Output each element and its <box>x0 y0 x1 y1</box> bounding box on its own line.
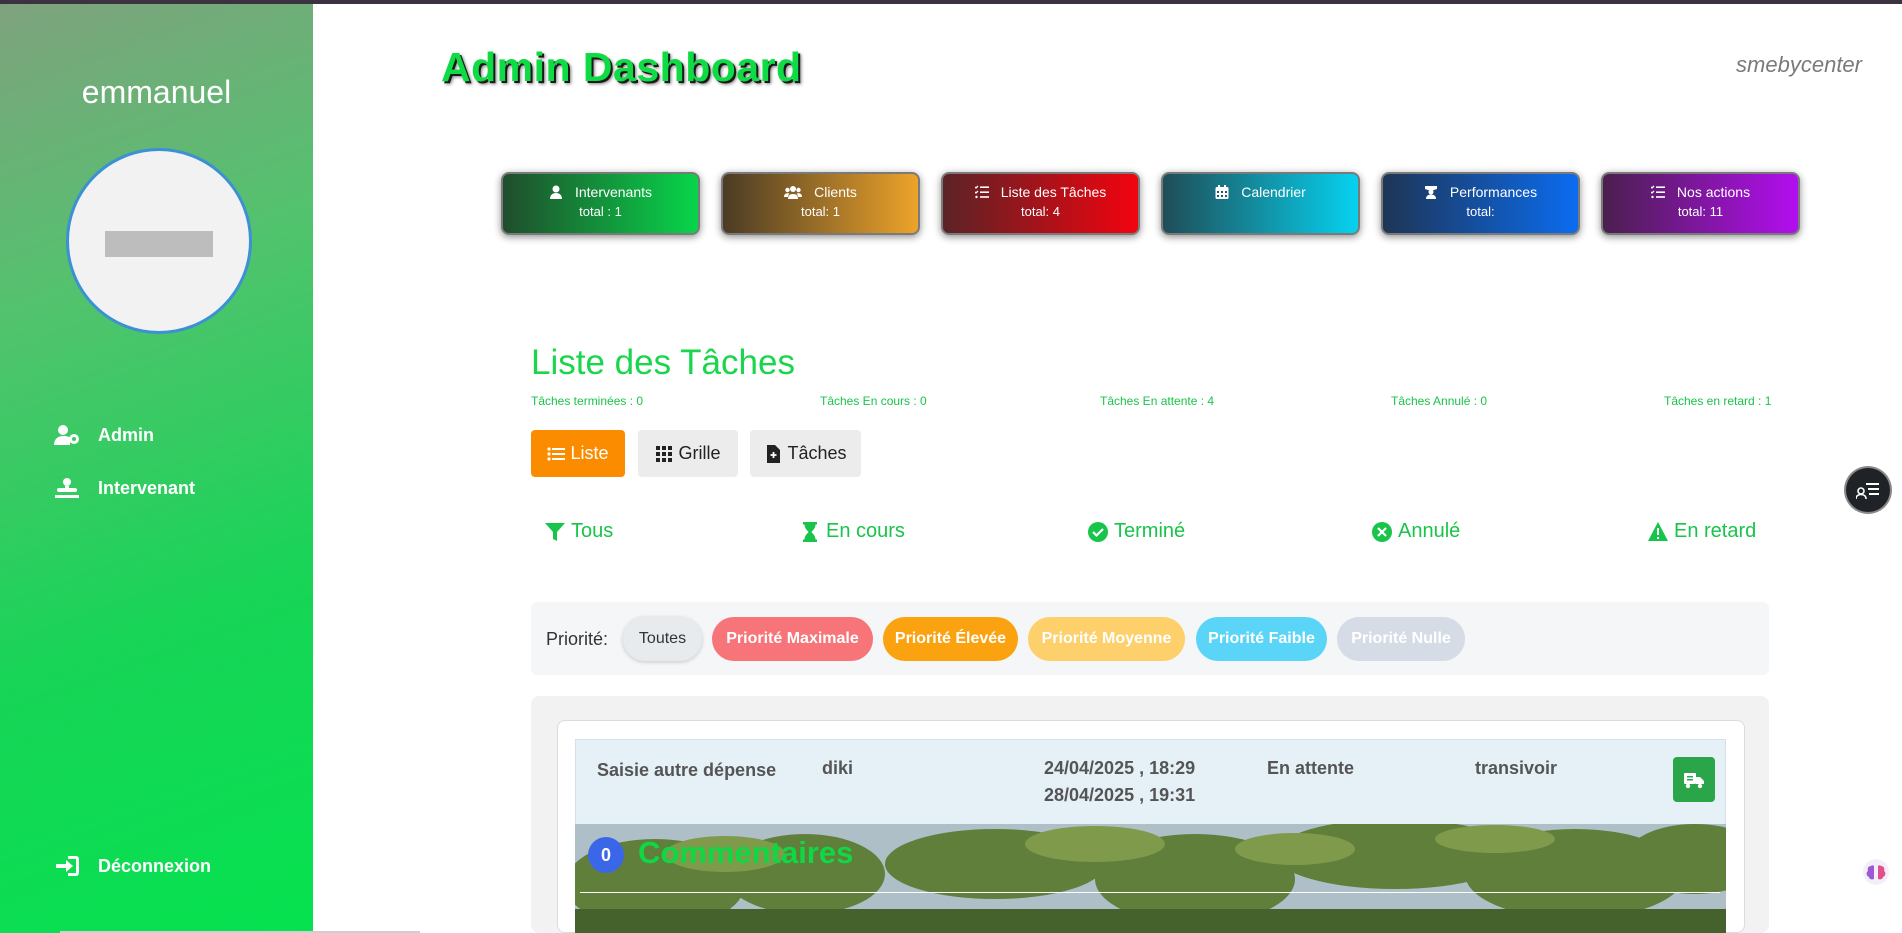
stat-terminees: Tâches terminées : 0 <box>531 394 644 408</box>
view-taches-button[interactable]: Tâches <box>750 430 861 477</box>
filter-label: En cours <box>826 520 905 542</box>
stat-en-cours: Tâches En cours : 0 <box>820 394 927 408</box>
priority-label: Priorité: <box>546 629 609 649</box>
teacher-icon <box>1424 186 1437 199</box>
filter-icon <box>545 522 565 541</box>
card-clients[interactable]: Clients total: 1 <box>721 172 920 235</box>
filter-label: Terminé <box>1114 520 1186 542</box>
avatar <box>66 148 252 334</box>
priority-elevee[interactable]: Priorité Élevée <box>883 617 1018 661</box>
card-total: total: 1 <box>800 204 841 219</box>
card-total: total: 4 <box>1020 204 1061 219</box>
sidebar-item-admin[interactable]: Admin <box>54 424 154 446</box>
sidebar-item-label: Intervenant <box>98 477 196 498</box>
brand-name: smebycenter <box>1736 52 1862 77</box>
user-list-icon <box>1856 483 1879 500</box>
stat-annule: Tâches Annulé : 0 <box>1391 394 1488 408</box>
logout-button[interactable]: Déconnexion <box>54 855 211 877</box>
floating-menu-button[interactable] <box>1846 468 1890 512</box>
list-check-icon <box>1650 185 1665 199</box>
card-label: Clients <box>814 184 857 200</box>
card-label: Nos actions <box>1676 184 1751 200</box>
filter-en-retard[interactable]: En retard <box>1648 520 1756 543</box>
card-liste-des-taches[interactable]: Liste des Tâches total: 4 <box>941 172 1140 235</box>
truck-user-icon <box>1684 772 1704 788</box>
view-grille-button[interactable]: Grille <box>638 430 738 477</box>
calendar-icon <box>1215 185 1229 199</box>
task-name: Saisie autre dépense <box>597 760 777 780</box>
filter-en-cours[interactable]: En cours <box>800 520 905 543</box>
view-liste-button[interactable]: Liste <box>531 430 625 477</box>
card-total: total : 1 <box>579 204 622 219</box>
card-nos-actions[interactable]: Nos actions total: 11 <box>1601 172 1800 235</box>
comments-divider <box>580 892 1720 893</box>
view-label: Tâches <box>787 443 847 463</box>
filter-label: En retard <box>1674 520 1757 542</box>
card-total: total: <box>1466 204 1495 219</box>
file-add-icon <box>767 444 781 463</box>
filter-label: Annulé <box>1398 520 1461 542</box>
avatar-placeholder <box>105 231 213 257</box>
priority-maximale[interactable]: Priorité Maximale <box>712 617 873 661</box>
x-circle-icon <box>1372 521 1392 542</box>
card-performances[interactable]: Performances total: <box>1381 172 1580 235</box>
filter-annule[interactable]: Annulé <box>1372 520 1460 543</box>
sign-in-icon <box>56 856 79 876</box>
priority-nulle[interactable]: Priorité Nulle <box>1337 617 1465 661</box>
comments-title: Commentaires <box>638 835 854 870</box>
card-calendrier[interactable]: Calendrier <box>1161 172 1360 235</box>
check-circle-icon <box>1088 521 1108 542</box>
priority-toutes[interactable]: Toutes <box>623 617 702 661</box>
priority-faible[interactable]: Priorité Faible <box>1196 617 1327 661</box>
logout-label: Déconnexion <box>98 855 212 876</box>
task-date-start: 24/04/2025 , 18:29 <box>1044 758 1196 778</box>
task-client: diki <box>822 758 854 778</box>
task-action-button[interactable] <box>1673 757 1715 802</box>
stat-en-retard: Tâches en retard : 1 <box>1664 394 1772 408</box>
list-check-icon <box>974 185 989 199</box>
filter-termine[interactable]: Terminé <box>1088 520 1185 543</box>
user-gear-icon <box>54 425 79 445</box>
filter-tous[interactable]: Tous <box>545 520 613 543</box>
view-label: Grille <box>678 443 721 463</box>
section-title: Liste des Tâches <box>531 343 795 382</box>
sidebar: emmanuel Admin Intervenant Déconnexion <box>0 4 313 933</box>
hourglass-icon <box>803 521 817 542</box>
card-label: Intervenants <box>574 184 653 200</box>
table-row[interactable] <box>575 739 1726 825</box>
page-title: Admin Dashboard <box>441 44 802 90</box>
card-total: total: 11 <box>1677 204 1724 219</box>
card-label: Calendrier <box>1241 184 1306 200</box>
sidebar-username: emmanuel <box>81 74 232 110</box>
view-label: Liste <box>570 443 609 463</box>
task-assignee: transivoir <box>1475 758 1558 778</box>
comments-count-badge: 0 <box>588 837 624 873</box>
sidebar-item-label: Admin <box>98 424 154 445</box>
task-date-end: 28/04/2025 , 19:31 <box>1044 785 1196 805</box>
users-icon <box>784 186 803 199</box>
warning-icon <box>1648 521 1668 541</box>
brain-assistant-icon[interactable] <box>1862 858 1890 886</box>
sidebar-item-intervenant[interactable]: Intervenant <box>54 477 195 499</box>
card-label: Performances <box>1449 184 1538 200</box>
stat-en-attente: Tâches En attente : 4 <box>1100 394 1215 408</box>
priority-moyenne[interactable]: Priorité Moyenne <box>1028 617 1185 661</box>
card-label: Liste des Tâches <box>1000 184 1107 200</box>
list-icon <box>547 446 566 461</box>
card-intervenants[interactable]: Intervenants total : 1 <box>501 172 700 235</box>
filter-label: Tous <box>571 520 614 542</box>
task-status: En attente <box>1267 758 1355 778</box>
grid-icon <box>656 445 673 462</box>
worker-icon <box>55 478 79 498</box>
user-tie-icon <box>549 185 562 199</box>
